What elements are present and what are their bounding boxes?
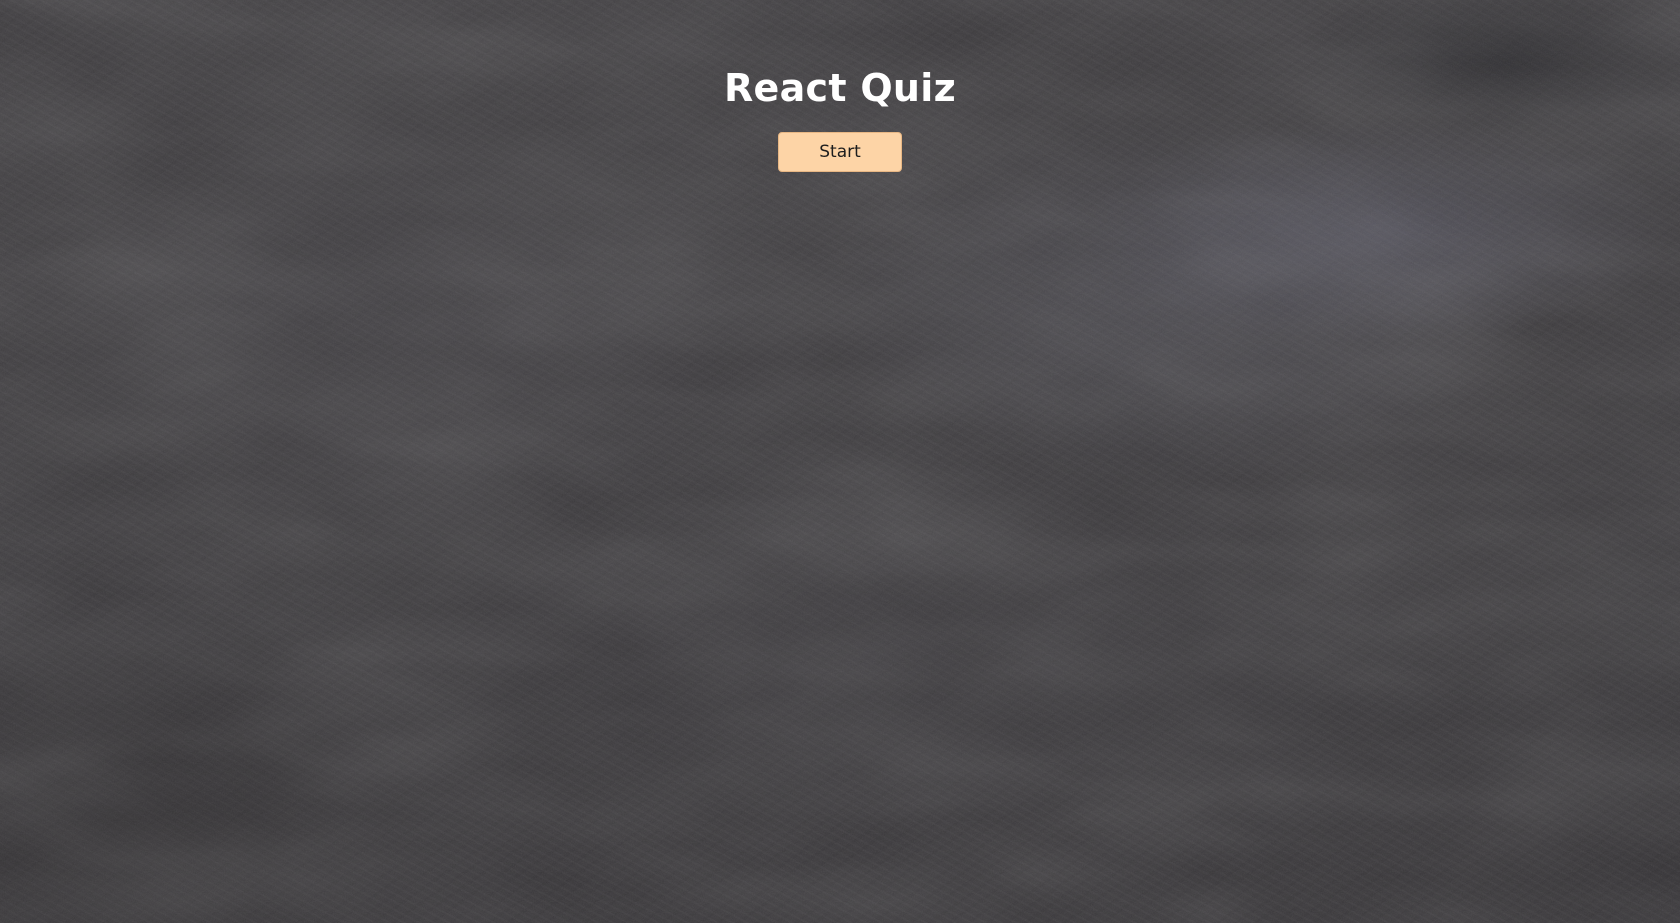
page-title: React Quiz (723, 66, 957, 110)
start-button[interactable]: Start (778, 132, 902, 172)
quiz-start-screen: React Quiz Start (0, 0, 1680, 172)
